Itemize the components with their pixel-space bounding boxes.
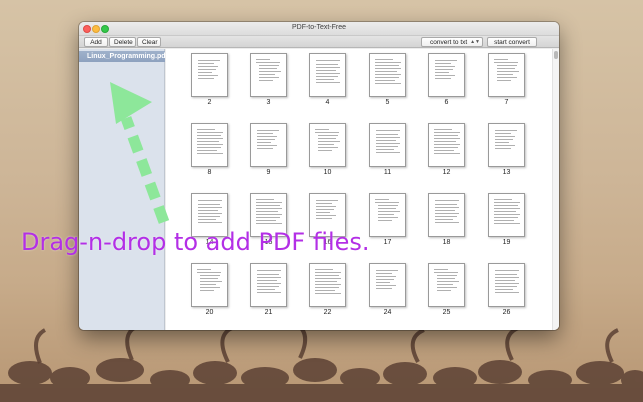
title-bar[interactable]: PDF-to-Text-Free — [79, 22, 559, 36]
select-arrows-icon: ▲▼ — [470, 39, 480, 45]
page-thumbnail[interactable] — [191, 263, 228, 307]
page-number-label: 8 — [207, 169, 212, 176]
page-number-label: 3 — [266, 99, 271, 106]
start-convert-button[interactable]: start convert — [487, 37, 537, 47]
page-number-label: 10 — [323, 169, 332, 176]
page-thumbnail[interactable] — [428, 263, 465, 307]
drag-hint-arrow-icon — [110, 82, 170, 224]
drag-drop-hint-text: Drag-n-drop to add PDF files. — [21, 228, 370, 256]
scroll-thumb[interactable] — [554, 51, 558, 59]
page-thumbnail[interactable] — [191, 53, 228, 97]
page-number-label: 4 — [325, 99, 330, 106]
page-thumbnail[interactable] — [369, 123, 406, 167]
page-number-label: 6 — [444, 99, 449, 106]
page-thumbnail[interactable] — [488, 53, 525, 97]
page-thumbnail[interactable] — [309, 263, 346, 307]
page-thumbnail[interactable] — [428, 53, 465, 97]
page-thumbnail-grid: 2 3 4 5 6 7 8 9 10 11 12 13 14 15 16 17 18 19 20 21 22 24 25 26 — [166, 49, 559, 330]
page-number-label: 7 — [504, 99, 509, 106]
window-title: PDF-to-Text-Free — [291, 24, 347, 31]
page-number-label: 25 — [442, 309, 451, 316]
format-select-value: convert to txt — [430, 39, 468, 46]
page-thumbnail[interactable] — [428, 123, 465, 167]
vertical-scrollbar[interactable] — [552, 49, 559, 330]
page-number-label: 21 — [264, 309, 273, 316]
page-thumbnail[interactable] — [488, 193, 525, 237]
page-thumbnail[interactable] — [250, 53, 287, 97]
page-thumbnail[interactable] — [488, 263, 525, 307]
page-number-label: 5 — [385, 99, 390, 106]
page-number-label: 24 — [383, 309, 392, 316]
page-number-label: 20 — [205, 309, 214, 316]
page-number-label: 12 — [442, 169, 451, 176]
page-thumbnail[interactable] — [369, 53, 406, 97]
format-select[interactable]: convert to txt ▲▼ — [421, 37, 483, 47]
page-number-label: 13 — [502, 169, 511, 176]
page-thumbnail[interactable] — [488, 123, 525, 167]
page-thumbnail[interactable] — [309, 53, 346, 97]
flamingo-wallpaper — [0, 322, 643, 402]
sidebar-item-file[interactable]: Linux_Programming.pdf — [79, 51, 168, 62]
add-button[interactable]: Add — [84, 37, 108, 47]
delete-button[interactable]: Delete — [109, 37, 136, 47]
toolbar: Add Delete Clear convert to txt ▲▼ start… — [79, 36, 559, 48]
page-thumbnail[interactable] — [309, 123, 346, 167]
page-thumbnail[interactable] — [191, 123, 228, 167]
page-number-label: 19 — [502, 239, 511, 246]
page-number-label: 22 — [323, 309, 332, 316]
page-number-label: 26 — [502, 309, 511, 316]
page-number-label: 11 — [383, 169, 392, 176]
page-thumbnail[interactable] — [369, 263, 406, 307]
clear-button[interactable]: Clear — [137, 37, 161, 47]
page-number-label: 2 — [207, 99, 212, 106]
page-number-label: 9 — [266, 169, 271, 176]
page-thumbnail[interactable] — [250, 263, 287, 307]
page-thumbnail[interactable] — [250, 123, 287, 167]
